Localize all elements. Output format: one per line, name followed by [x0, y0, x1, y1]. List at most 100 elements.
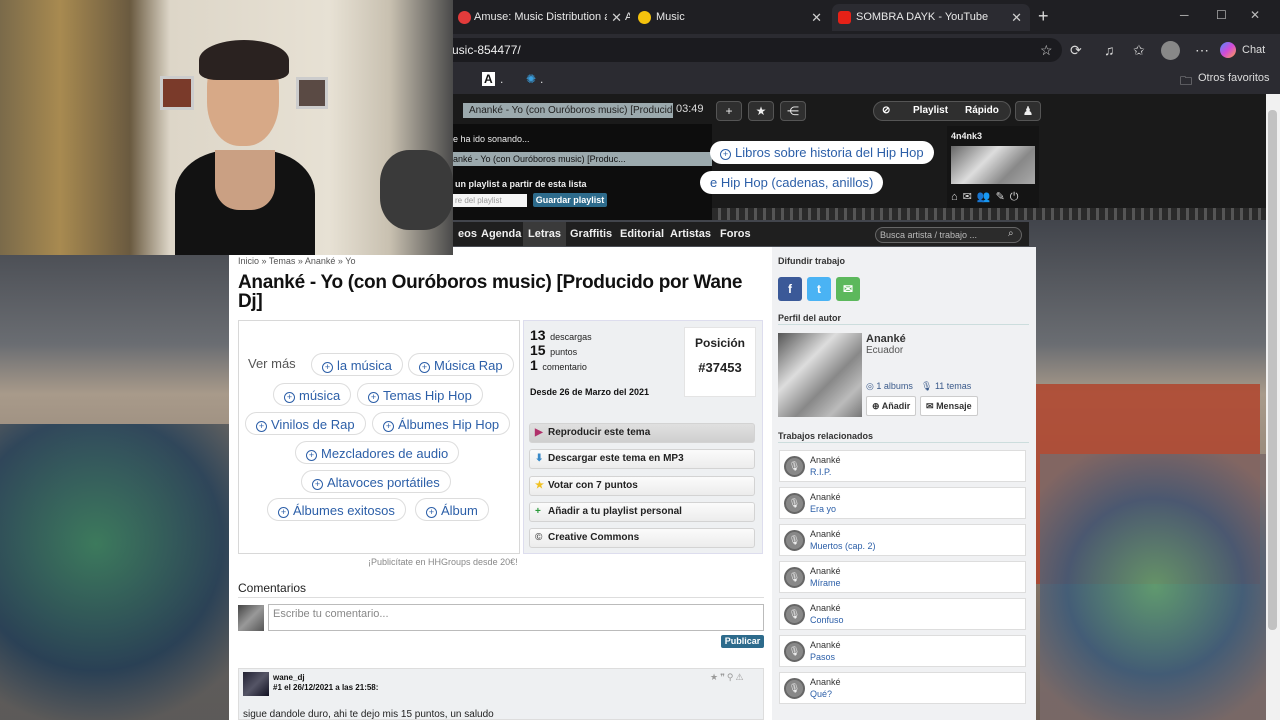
more-icon[interactable]: ⋯	[1195, 42, 1209, 59]
publish-button[interactable]: Publicar	[721, 635, 764, 648]
breadcrumb-item[interactable]: Temas	[269, 256, 296, 266]
playlist-name-input[interactable]: re del playlist	[453, 194, 527, 207]
email-share-icon[interactable]: ✉	[836, 277, 860, 301]
other-bookmarks[interactable]: Otros favoritos	[1198, 72, 1270, 84]
tag-chip[interactable]: + Álbum	[415, 498, 489, 521]
breadcrumb-item[interactable]: Ananké	[305, 256, 336, 266]
author-name[interactable]: Ananké	[866, 333, 906, 345]
message-author-button[interactable]: ✉ Mensaje	[920, 396, 978, 416]
webcam-overlay	[0, 0, 453, 255]
vote-button[interactable]: ★ Votar con 7 puntos	[529, 476, 755, 496]
related-item[interactable]: 🎙 Ananké R.I.P.	[779, 450, 1026, 482]
mail-icon[interactable]: ✉	[963, 191, 977, 203]
related-item[interactable]: 🎙 Ananké Muertos (cap. 2)	[779, 524, 1026, 556]
twitter-share-icon[interactable]: t	[807, 277, 831, 301]
tag-chip[interactable]: e Hip Hop (cadenas, anillos)	[700, 171, 884, 194]
author-temas[interactable]: 🎙 11 temas	[921, 381, 971, 392]
nav-item[interactable]: Editorial	[615, 222, 669, 246]
download-mp3-button[interactable]: ⬇ Descargar este tema en MP3	[529, 449, 755, 469]
search-input[interactable]: Busca artista / trabajo ...	[875, 227, 1022, 243]
chat-icon[interactable]: ✎	[996, 191, 1010, 203]
breadcrumb-item[interactable]: Inicio	[238, 256, 259, 266]
nav-item[interactable]: Agenda	[476, 222, 526, 246]
scrollbar-thumb[interactable]	[1268, 110, 1277, 630]
close-icon[interactable]: ✕	[607, 4, 622, 31]
playlist-button[interactable]: Playlist	[913, 102, 948, 120]
block-icon[interactable]: ⊘	[882, 102, 890, 120]
rapido-button[interactable]: Rápido	[965, 102, 999, 120]
related-item[interactable]: 🎙 Ananké Era yo	[779, 487, 1026, 519]
save-playlist-button[interactable]: Guardar playlist	[533, 193, 607, 207]
nav-item[interactable]: Artistas	[665, 222, 716, 246]
user-image[interactable]	[951, 146, 1035, 184]
favorite-button[interactable]: ★	[748, 101, 774, 121]
nav-item[interactable]: Letras	[523, 222, 567, 246]
tag-chip[interactable]: + música	[273, 383, 352, 406]
close-icon[interactable]: ✕	[811, 4, 822, 31]
page-title: Ananké - Yo (con Ouróboros music) [Produ…	[238, 272, 743, 312]
minimize-icon[interactable]: ─	[1180, 8, 1189, 22]
new-tab-icon[interactable]: +	[1038, 6, 1049, 27]
extensions-icon[interactable]: ⟳	[1070, 42, 1082, 59]
ad-note[interactable]: ¡Publicítate en HHGroups desde 20€!	[368, 557, 518, 567]
close-icon[interactable]: ✕	[1011, 4, 1022, 31]
favorites-icon[interactable]: ✩	[1133, 42, 1145, 59]
tag-chip[interactable]: + Altavoces portátiles	[301, 470, 451, 493]
report-icon[interactable]: ⚠	[736, 672, 746, 682]
user-menu-icon[interactable]: ♟	[1015, 101, 1041, 121]
related-item[interactable]: 🎙 Ananké Mírame	[779, 561, 1026, 593]
star-icon[interactable]: ★	[710, 672, 720, 682]
chat-button[interactable]: Chat	[1220, 40, 1265, 60]
quote-icon[interactable]: ❞	[720, 672, 727, 682]
ranking-value: #37453	[698, 360, 742, 375]
window-close-icon[interactable]: ✕	[1250, 8, 1260, 22]
comment-user[interactable]: wane_dj	[273, 673, 305, 682]
add-to-playlist-button[interactable]: + Añadir a tu playlist personal	[529, 502, 755, 522]
tab-youtube[interactable]: SOMBRA DAYK - YouTube ✕	[832, 4, 1030, 31]
bookmark-gear-icon[interactable]: ✺	[526, 72, 536, 86]
bookmark-dot-icon[interactable]: .	[500, 72, 503, 86]
tag-chip[interactable]: + Álbumes Hip Hop	[372, 412, 511, 435]
history-track[interactable]: anké - Yo (con Ouróboros music) [Produc.…	[453, 152, 712, 166]
media-icon[interactable]: ♫	[1104, 42, 1115, 58]
profile-avatar[interactable]	[1161, 41, 1180, 60]
play-track-button[interactable]: ▶ Reproducir este tema	[529, 423, 755, 443]
tab-amuse[interactable]: Amuse: Music Distribution and Art ✕	[450, 4, 630, 31]
background-graffiti	[0, 424, 240, 720]
tag-chip[interactable]: + Álbumes exitosos	[267, 498, 406, 521]
username[interactable]: 4n4nk3	[951, 131, 982, 141]
tag-chip[interactable]: + Libros sobre historia del Hip Hop	[710, 141, 934, 164]
facebook-share-icon[interactable]: f	[778, 277, 802, 301]
author-image[interactable]	[778, 333, 862, 417]
comment-text: sigue dandole duro, ahi te dejo mis 15 p…	[243, 709, 494, 720]
nav-item[interactable]: Graffitis	[565, 222, 617, 246]
related-item[interactable]: 🎙 Ananké Qué?	[779, 672, 1026, 704]
friends-icon[interactable]: 👥	[977, 191, 996, 203]
tag-chip[interactable]: + Temas Hip Hop	[357, 383, 483, 406]
related-item[interactable]: 🎙 Ananké Confuso	[779, 598, 1026, 630]
comment-input[interactable]: Escribe tu comentario...	[268, 604, 764, 631]
share-button[interactable]: ⋲	[780, 101, 806, 121]
add-button[interactable]: +	[716, 101, 742, 121]
tag-chip[interactable]: + Música Rap	[408, 353, 514, 376]
tag-chip[interactable]: + Mezcladores de audio	[295, 441, 460, 464]
bookmark-a[interactable]: A	[482, 72, 495, 86]
add-author-button[interactable]: ⊕ Añadir	[866, 396, 917, 416]
star-icon[interactable]: ☆	[1040, 42, 1053, 59]
creative-commons-button[interactable]: © Creative Commons	[529, 528, 755, 548]
maximize-icon[interactable]: ☐	[1216, 8, 1227, 22]
tag-chip[interactable]: + Vinilos de Rap	[245, 412, 366, 435]
comment-avatar[interactable]	[243, 672, 269, 696]
tag-chip[interactable]: + la música	[311, 353, 403, 376]
related-item[interactable]: 🎙 Ananké Pasos	[779, 635, 1026, 667]
tab-music[interactable]: Music ✕	[632, 4, 830, 31]
nav-item[interactable]: Foros	[715, 222, 756, 246]
author-albums[interactable]: ◎ 1 albums	[866, 381, 913, 392]
now-playing-title[interactable]: Ananké - Yo (con Ouróboros music) [Produ…	[463, 103, 673, 118]
breadcrumb-item[interactable]: Yo	[345, 256, 355, 266]
home-icon[interactable]: ⌂	[951, 191, 963, 203]
search-icon[interactable]: ⌕	[1008, 228, 1014, 239]
link-icon[interactable]: ⚲	[727, 672, 736, 682]
bookmark-dot-icon[interactable]: .	[540, 72, 543, 86]
power-icon[interactable]: ⏻	[1010, 191, 1024, 203]
